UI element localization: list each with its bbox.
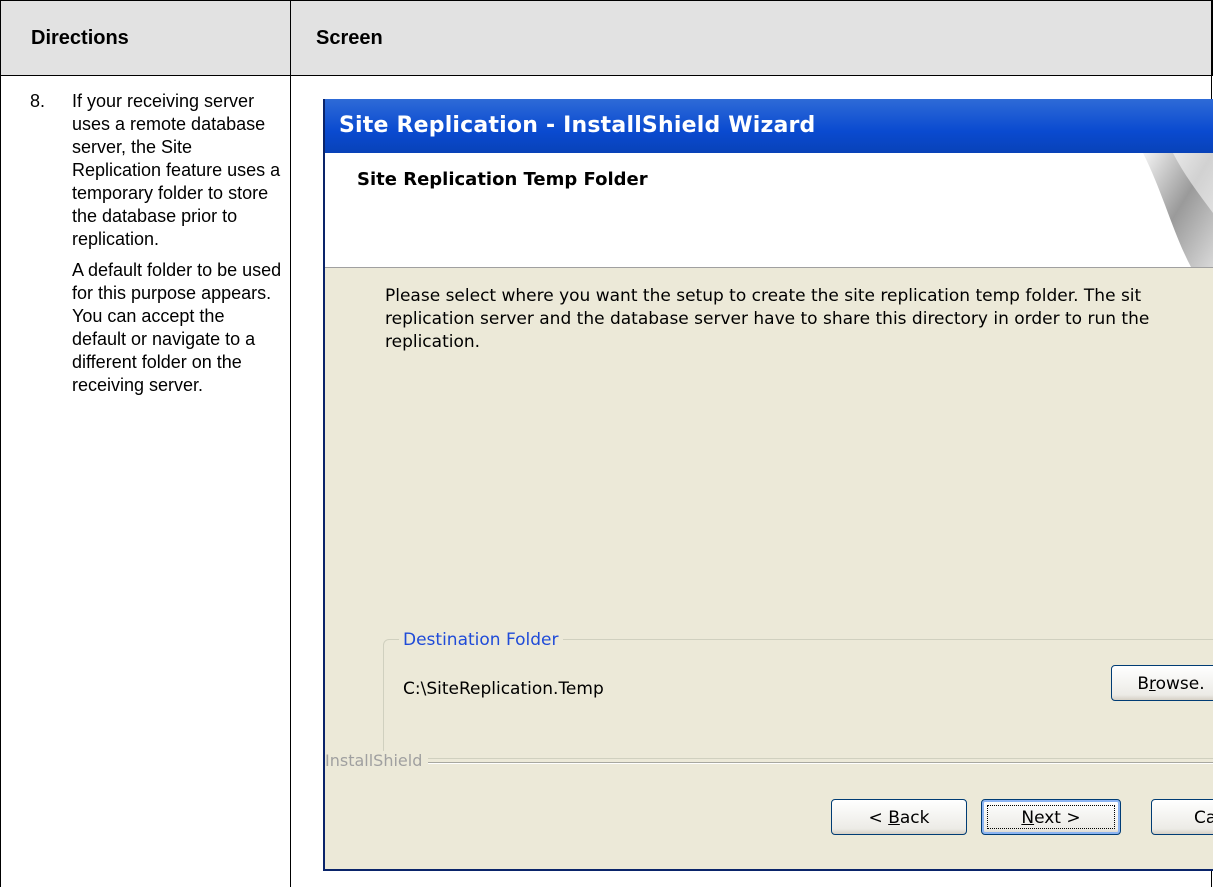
back-label-accelerator: B xyxy=(888,808,900,828)
back-label-prefix: < xyxy=(868,808,889,828)
wizard-description: Please select where you want the setup t… xyxy=(385,285,1213,354)
wizard-banner: Site Replication Temp Folder xyxy=(325,153,1213,268)
back-button[interactable]: < Back xyxy=(831,799,967,835)
column-divider xyxy=(290,0,291,887)
table-header-row: Directions Screen xyxy=(0,0,1213,76)
installshield-wizard-window: Site Replication - InstallShield Wizard … xyxy=(323,99,1213,871)
page-curl-graphic xyxy=(1143,153,1213,267)
banner-title: Site Replication Temp Folder xyxy=(357,169,648,190)
description-line-1: Please select where you want the setup t… xyxy=(385,286,1142,306)
destination-folder-label: Destination Folder xyxy=(399,630,563,650)
description-line-3: replication. xyxy=(385,332,481,352)
wizard-title-bar[interactable]: Site Replication - InstallShield Wizard xyxy=(325,99,1213,153)
next-button[interactable]: Next > xyxy=(981,799,1121,835)
description-line-2: replication server and the database serv… xyxy=(385,309,1150,329)
header-directions: Directions xyxy=(31,27,129,49)
header-screen: Screen xyxy=(316,27,383,49)
step-paragraph-2: A default folder to be used for this pur… xyxy=(72,260,282,395)
browse-label-suffix: owse. xyxy=(1155,674,1205,694)
step-paragraph-1: If your receiving server uses a remote d… xyxy=(72,91,281,249)
cancel-button[interactable]: Ca xyxy=(1151,799,1213,835)
installshield-divider xyxy=(425,762,1213,764)
step-text: If your receiving server uses a remote d… xyxy=(72,90,282,397)
browse-button[interactable]: Browse. xyxy=(1111,665,1213,701)
installshield-label: InstallShield xyxy=(325,751,429,770)
table-left-border xyxy=(0,0,1,887)
step-number: 8. xyxy=(30,91,46,111)
destination-folder-group xyxy=(383,639,1213,759)
browse-label-accelerator: r xyxy=(1149,674,1156,694)
browse-label-prefix: B xyxy=(1137,674,1149,694)
destination-path: C:\SiteReplication.Temp xyxy=(403,679,604,699)
wizard-title: Site Replication - InstallShield Wizard xyxy=(339,113,816,138)
next-focus-rect xyxy=(987,805,1115,829)
back-label-suffix: ack xyxy=(899,808,930,828)
